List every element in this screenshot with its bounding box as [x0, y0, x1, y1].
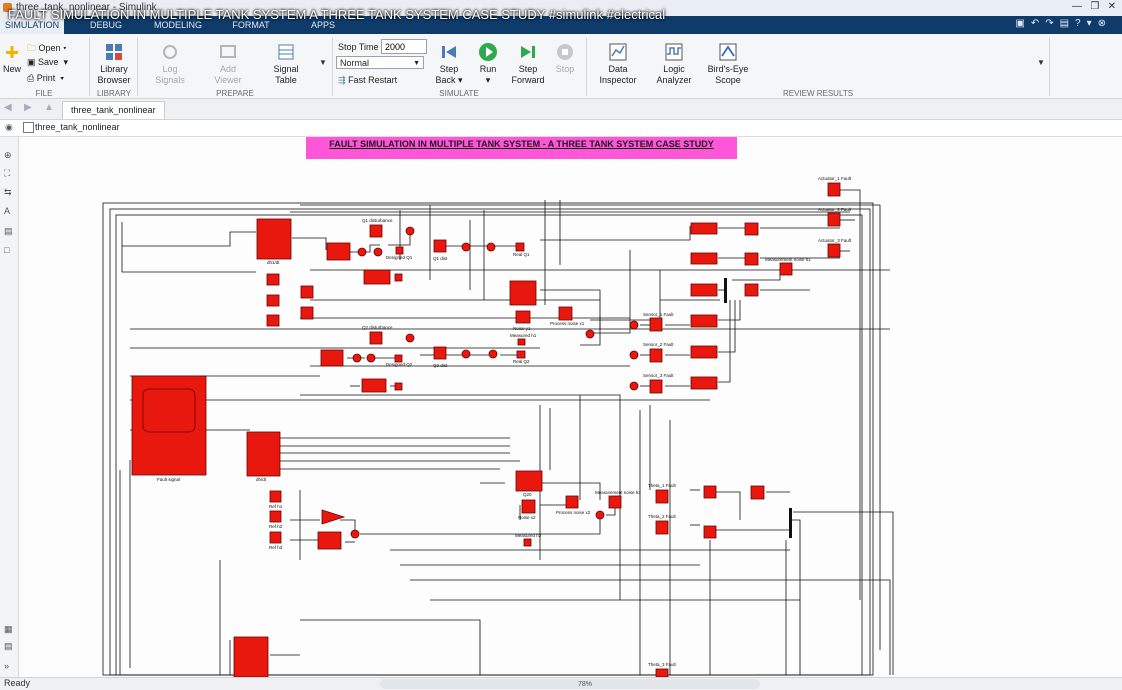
explorer-icon[interactable]: ▤ [4, 641, 14, 651]
expand-panel-icon[interactable]: » [4, 661, 14, 671]
model-canvas[interactable] [19, 137, 1122, 677]
step-back-icon [442, 46, 456, 58]
signal-table-icon [278, 44, 294, 60]
ribbon-expand-icon[interactable]: ▼ [1037, 58, 1045, 67]
log-signals-label: Log Signals [155, 64, 185, 85]
divider [89, 38, 90, 96]
new-icon [6, 46, 18, 58]
up-arrow-icon[interactable]: ▲ [44, 102, 54, 113]
left-palette [0, 137, 19, 677]
hide-explorer-icon[interactable]: ◉ [5, 122, 13, 133]
library-browser-button[interactable]: Library Browser [94, 42, 134, 86]
mode-value: Normal [340, 58, 370, 68]
birds-eye-scope-icon [719, 43, 737, 61]
divider [332, 38, 333, 96]
log-signals-button[interactable]: Log Signals [150, 42, 190, 86]
run-label: Run [479, 64, 497, 74]
forward-arrow-icon[interactable]: ▶ [24, 102, 32, 113]
image-icon[interactable]: ▤ [4, 226, 14, 236]
print-button[interactable]: ⎙ Print ▾ [27, 73, 64, 84]
signal-table-button[interactable]: Signal Table [266, 42, 306, 86]
step-forward-button[interactable]: Step Forward [511, 42, 545, 86]
printer-icon: ⎙ [27, 73, 35, 83]
breadcrumb-bar [0, 120, 1122, 137]
stop-button[interactable]: Stop [553, 42, 577, 75]
signal-table-label: Signal Table [273, 64, 299, 85]
step-forward-icon [521, 46, 535, 58]
window-controls[interactable]: — ❐ ✕ [1072, 1, 1116, 12]
add-viewer-icon [220, 45, 236, 58]
library-browser-label: Library Browser [97, 64, 131, 85]
stop-time-label: Stop Time [338, 42, 379, 52]
data-inspector-button[interactable]: Data Inspector [598, 42, 638, 86]
save-button[interactable]: ▣ Save ▾ [27, 57, 68, 68]
run-button[interactable]: Run ▾ [474, 42, 502, 86]
save-label: Save [38, 57, 59, 67]
chevron-down-icon: ▼ [413, 60, 420, 67]
arrow-icon[interactable]: ⇆ [4, 187, 14, 197]
stop-icon [557, 44, 573, 60]
fit-view-icon[interactable]: ⛶ [4, 168, 14, 178]
fast-restart-button[interactable]: ⇶ Fast Restart [338, 75, 397, 86]
data-inspector-label: Data Inspector [599, 64, 637, 85]
divider [586, 38, 587, 96]
prepare-group-label: PREPARE [216, 89, 254, 98]
library-group-label: LIBRARY [96, 89, 132, 98]
step-back-label: Step Back [435, 64, 459, 85]
stop-label: Stop [555, 64, 575, 74]
model-browser-icon[interactable]: ▦ [4, 624, 14, 634]
model-tab[interactable]: three_tank_nonlinear [62, 101, 165, 119]
video-overlay-title: FAULT SIMULATION IN MULTIPLE TANK SYSTEM… [8, 7, 666, 22]
birds-eye-scope-button[interactable]: Bird's-Eye Scope [706, 42, 750, 86]
library-grid-icon [106, 44, 122, 60]
breadcrumb[interactable]: three_tank_nonlinear [35, 122, 120, 132]
logic-analyzer-button[interactable]: Logic Analyzer [652, 42, 696, 86]
fast-restart-icon: ⇶ [338, 75, 346, 85]
divider [137, 38, 138, 96]
banner-title: FAULT SIMULATION IN MULTIPLE TANK SYSTEM… [329, 139, 714, 149]
add-viewer-label: Add Viewer [214, 64, 242, 85]
prepare-expand-icon[interactable]: ▼ [319, 58, 327, 67]
zoom-level: 78% [578, 681, 593, 688]
birds-eye-scope-label: Bird's-Eye Scope [707, 64, 749, 85]
logic-analyzer-icon [665, 43, 683, 61]
logic-analyzer-label: Logic Analyzer [656, 64, 692, 85]
step-forward-label: Step Forward [511, 64, 545, 85]
stop-time-input[interactable] [381, 39, 427, 54]
divider [1049, 38, 1050, 96]
add-viewer-button[interactable]: Add Viewer [208, 42, 248, 86]
quick-access-toolbar[interactable]: ▣↶↷▤?▾⊗ [1015, 18, 1112, 29]
new-button[interactable]: New [2, 42, 22, 75]
fast-restart-label: Fast Restart [348, 75, 398, 85]
open-label: Open [38, 43, 61, 53]
zoom-icon[interactable]: ⊕ [4, 150, 14, 160]
run-icon [479, 43, 497, 61]
open-folder-icon: 🗀 [27, 43, 37, 53]
simulation-mode-select[interactable]: Normal ▼ [336, 56, 424, 69]
annotation-icon[interactable]: A [4, 206, 14, 216]
save-disk-icon: ▣ [27, 57, 36, 67]
new-label: New [2, 64, 21, 74]
data-inspector-icon [609, 43, 627, 61]
back-arrow-icon[interactable]: ◀ [4, 102, 12, 113]
review-group-label: REVIEW RESULTS [782, 89, 854, 98]
step-back-button[interactable]: Step Back ▾ [433, 42, 465, 86]
area-icon[interactable]: □ [4, 245, 14, 255]
file-group-label: FILE [35, 89, 53, 98]
print-label: Print [36, 73, 56, 83]
log-signals-icon [163, 45, 177, 59]
open-button[interactable]: 🗀 Open ▾ [27, 41, 66, 57]
status-text: Ready [4, 678, 31, 688]
model-icon [23, 122, 34, 133]
video-controls-overlay [380, 679, 760, 689]
navigation-bar [0, 99, 1122, 120]
simulate-group-label: SIMULATE [439, 89, 479, 98]
